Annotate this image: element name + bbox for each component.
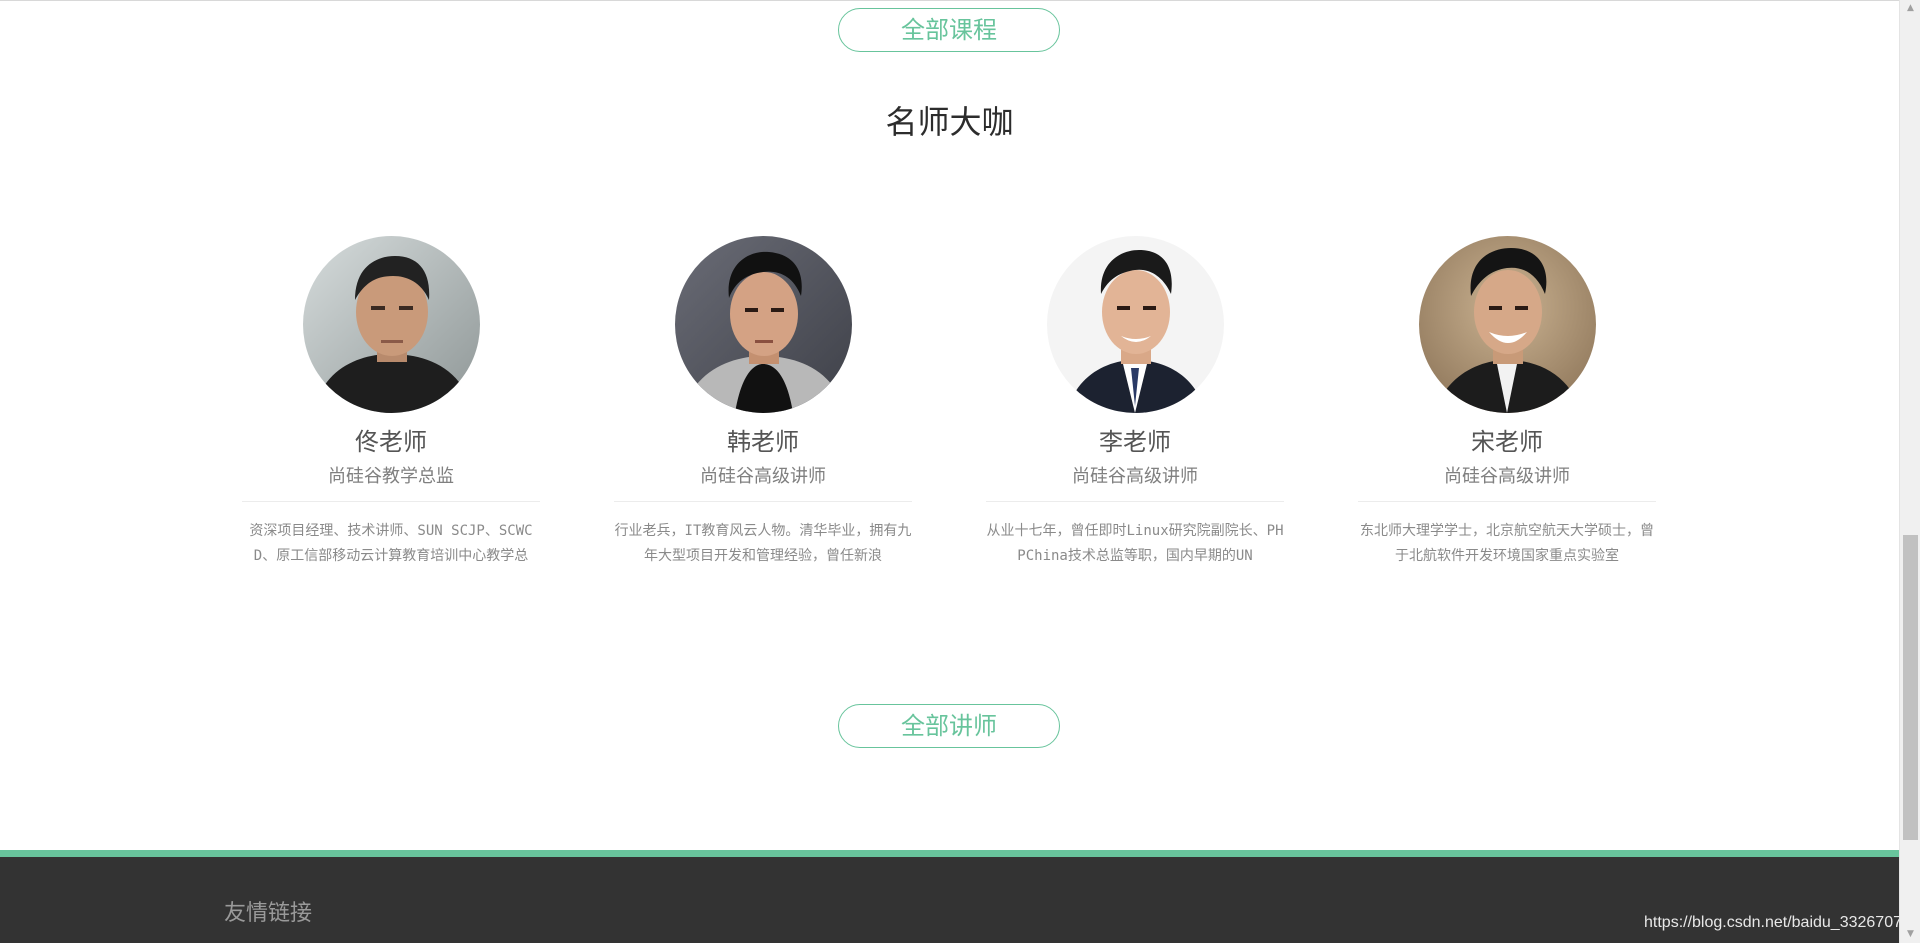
teacher-description: 行业老兵，IT教育风云人物。清华毕业，拥有九年大型项目开发和管理经验，曾任新浪 [614, 523, 912, 564]
teacher-card: 佟老师 尚硅谷教学总监 资深项目经理、技术讲师、SUN SCJP、SCWCD、原… [242, 236, 540, 569]
footer: 友情链接 [0, 857, 1899, 943]
scroll-down-arrow-icon[interactable]: ▼ [1900, 926, 1920, 943]
teacher-card: 宋老师 尚硅谷高级讲师 东北师大理学学士，北京航空航天大学硕士，曾于北航软件开发… [1358, 236, 1656, 569]
teacher-role: 尚硅谷高级讲师 [700, 466, 826, 487]
teacher-divider [986, 501, 1284, 502]
source-watermark: https://blog.csdn.net/baidu_33267079 [1644, 914, 1911, 931]
teacher-avatar[interactable] [674, 236, 852, 413]
teacher-avatar[interactable] [302, 236, 480, 413]
scroll-up-arrow-icon[interactable]: ▲ [1900, 0, 1920, 17]
top-divider [0, 0, 1899, 1]
footer-links-title: 友情链接 [224, 901, 313, 926]
teacher-avatar[interactable] [1046, 236, 1224, 413]
teacher-card: 韩老师 尚硅谷高级讲师 行业老兵，IT教育风云人物。清华毕业，拥有九年大型项目开… [614, 236, 912, 569]
section-title: 名师大咖 [885, 103, 1014, 141]
teacher-divider [242, 501, 540, 502]
teacher-description: 从业十七年，曾任即时Linux研究院副院长、PHPChina技术总监等职，国内早… [986, 523, 1284, 564]
teacher-role: 尚硅谷高级讲师 [1444, 466, 1570, 487]
page: 全部课程 名师大咖 佟老师 尚硅谷教学总监 资深项目经理、技术讲师、SUN SC… [0, 0, 1911, 943]
teacher-name: 韩老师 [727, 428, 799, 456]
teacher-card: 李老师 尚硅谷高级讲师 从业十七年，曾任即时Linux研究院副院长、PHPChi… [986, 236, 1284, 569]
teacher-divider [1358, 501, 1656, 502]
teacher-role: 尚硅谷教学总监 [328, 466, 454, 487]
all-courses-button[interactable]: 全部课程 [838, 8, 1060, 52]
teacher-name: 佟老师 [355, 428, 427, 456]
teacher-divider [614, 501, 912, 502]
scroll-thumb[interactable] [1903, 535, 1918, 840]
teacher-role: 尚硅谷高级讲师 [1072, 466, 1198, 487]
vertical-scrollbar[interactable]: ▲ ▼ [1899, 0, 1920, 943]
teacher-description: 东北师大理学学士，北京航空航天大学硕士，曾于北航软件开发环境国家重点实验室 [1360, 523, 1654, 564]
all-teachers-button[interactable]: 全部讲师 [838, 704, 1060, 748]
footer-accent-bar [0, 850, 1899, 857]
teacher-name: 宋老师 [1471, 428, 1543, 456]
teacher-description: 资深项目经理、技术讲师、SUN SCJP、SCWCD、原工信部移动云计算教育培训… [249, 523, 533, 564]
teacher-name: 李老师 [1099, 428, 1171, 456]
teacher-avatar[interactable] [1418, 236, 1596, 413]
